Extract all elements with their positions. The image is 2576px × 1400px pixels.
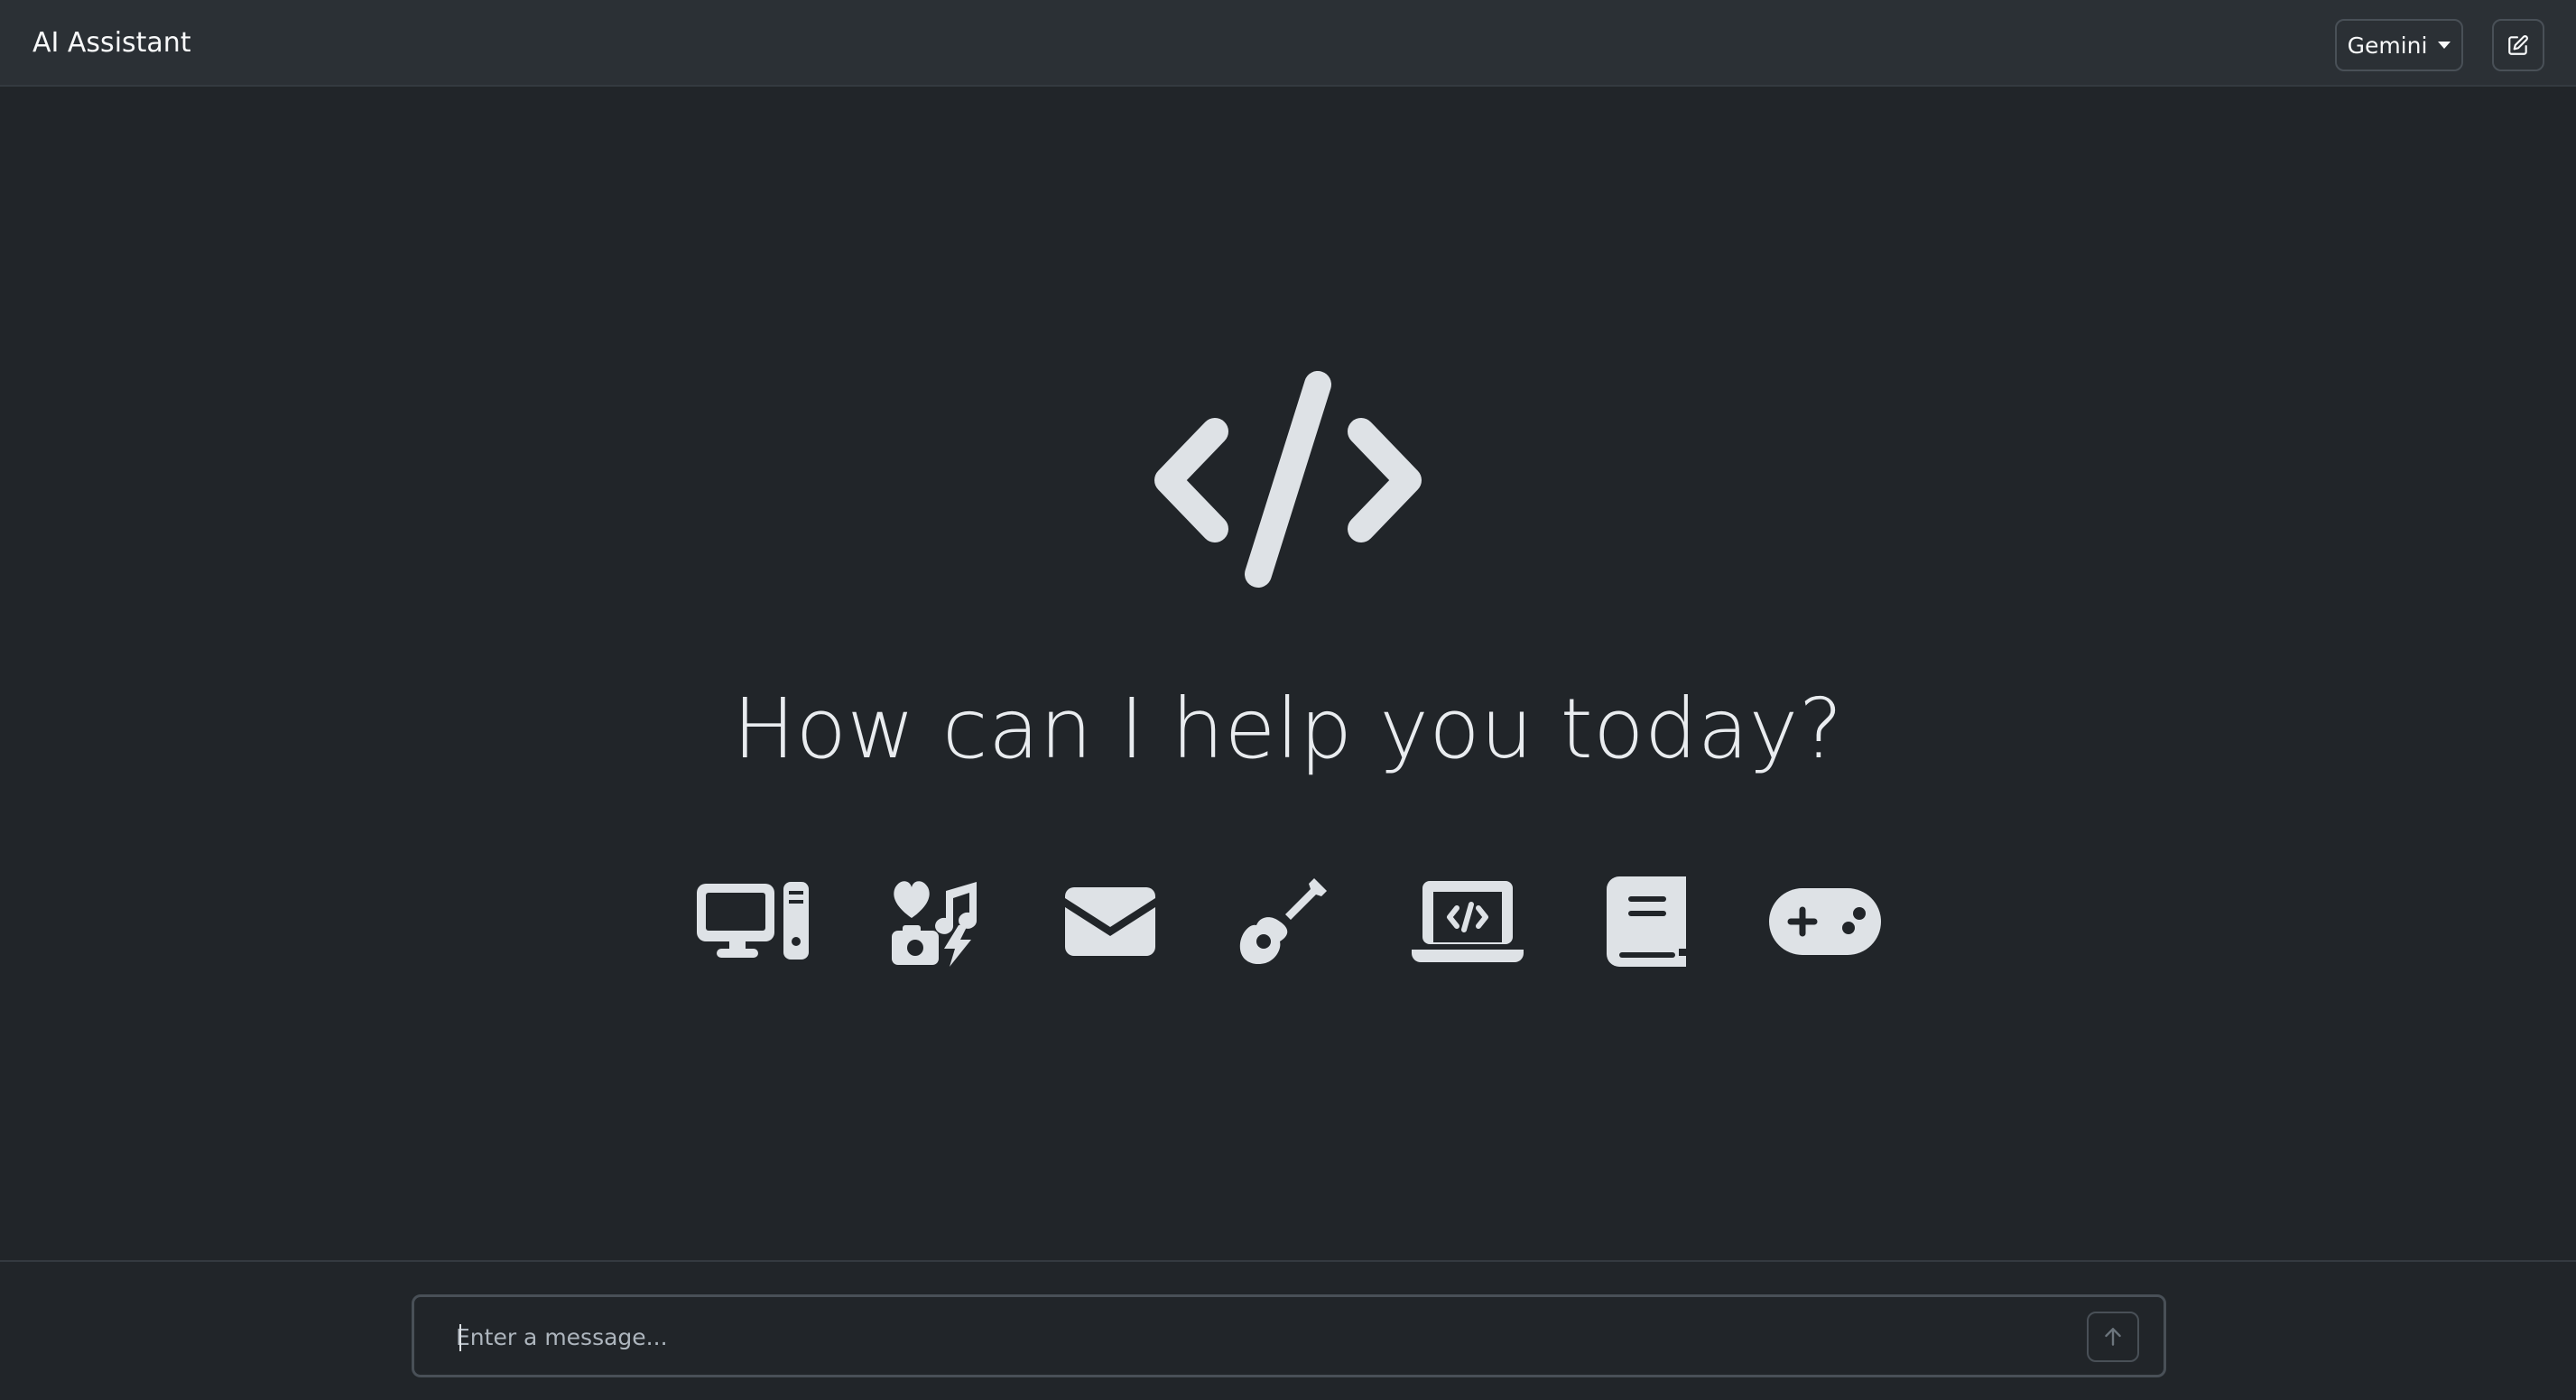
chevron-down-icon	[2438, 42, 2451, 49]
suggestion-icons	[0, 872, 2576, 971]
suggestion-reading[interactable]	[1607, 872, 1686, 971]
desktop-computer-icon	[697, 882, 809, 960]
new-chat-button[interactable]	[2492, 19, 2544, 71]
code-icon	[1154, 371, 1422, 588]
envelope-icon	[1065, 887, 1155, 956]
welcome-headline: How can I help you today?	[732, 681, 1844, 777]
book-icon	[1607, 876, 1686, 967]
text-cursor	[459, 1324, 461, 1351]
composer-divider	[0, 1260, 2576, 1262]
guitar-icon	[1239, 878, 1327, 965]
app-title: AI Assistant	[32, 27, 191, 59]
model-selector-label: Gemini	[2347, 32, 2428, 59]
suggestion-computer[interactable]	[697, 872, 809, 971]
message-input[interactable]	[456, 1312, 2035, 1362]
send-button[interactable]	[2087, 1312, 2139, 1362]
suggestion-hobbies[interactable]	[890, 872, 980, 971]
suggestion-email[interactable]	[1065, 872, 1155, 971]
laptop-code-icon	[1412, 881, 1524, 962]
hobbies-icon	[892, 881, 978, 967]
message-composer	[412, 1294, 2166, 1377]
gamepad-icon	[1769, 888, 1881, 955]
suggestion-coding[interactable]	[1412, 872, 1524, 971]
top-navbar: AI Assistant Gemini	[0, 0, 2576, 87]
suggestion-music[interactable]	[1238, 872, 1329, 971]
suggestion-gaming[interactable]	[1769, 872, 1881, 971]
edit-icon	[2508, 35, 2528, 55]
model-selector-dropdown[interactable]: Gemini	[2335, 19, 2463, 71]
arrow-up-icon	[2105, 1328, 2121, 1346]
